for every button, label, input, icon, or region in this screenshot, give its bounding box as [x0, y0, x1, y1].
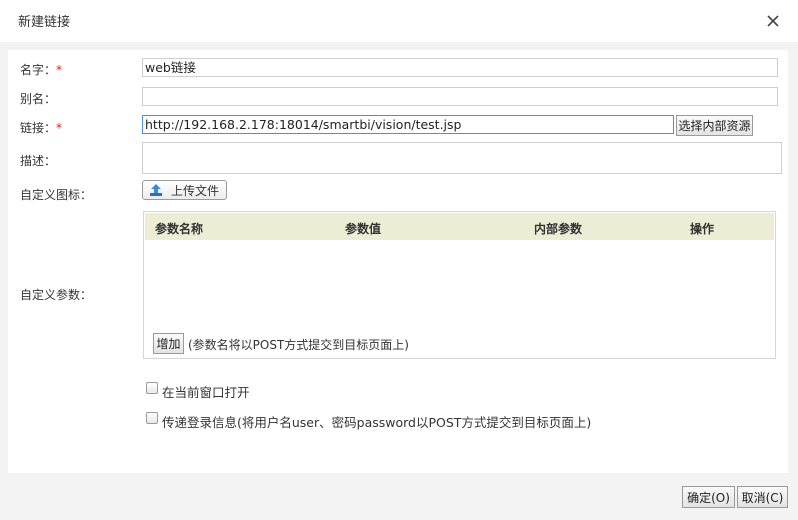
custom-params-label: 自定义参数： [20, 288, 93, 302]
add-param-button[interactable]: 增加 [153, 333, 184, 354]
dialog-title: 新建链接 [18, 15, 71, 30]
required-mark: * [56, 63, 63, 77]
params-hint: (参数名将以POST方式提交到目标页面上) [188, 338, 409, 352]
required-mark: * [56, 121, 63, 135]
name-input[interactable]: web链接 [142, 58, 778, 77]
open-current-window-checkbox[interactable] [146, 382, 158, 394]
upload-icon [150, 184, 162, 196]
close-button[interactable] [760, 8, 786, 34]
column-header-internal-param: 内部参数 [534, 222, 583, 236]
pass-login-info-checkbox[interactable] [146, 412, 158, 424]
alias-label: 别名： [20, 92, 57, 106]
column-header-operation: 操作 [690, 222, 715, 236]
pass-login-info-label: 传递登录信息(将用户名user、密码password以POST方式提交到目标页面… [162, 415, 592, 430]
ok-button[interactable]: 确定(O) [682, 486, 735, 508]
link-label: 链接：* [20, 121, 63, 135]
choose-internal-resource-button[interactable]: 选择内部资源 [676, 115, 753, 136]
cancel-button[interactable]: 取消(C) [737, 486, 788, 508]
params-table-header: 参数名称 参数值 内部参数 操作 [145, 213, 774, 240]
column-header-param-name: 参数名称 [155, 222, 204, 236]
column-header-param-value: 参数值 [345, 222, 382, 236]
alias-input[interactable] [142, 87, 778, 106]
custom-icon-label: 自定义图标： [20, 188, 93, 202]
description-textarea[interactable] [142, 142, 782, 174]
upload-file-button[interactable]: 上传文件 [142, 180, 227, 200]
description-label: 描述： [20, 154, 57, 168]
upload-file-label: 上传文件 [171, 183, 220, 198]
open-current-window-label: 在当前窗口打开 [162, 385, 250, 400]
name-label: 名字：* [20, 63, 63, 77]
link-input[interactable]: http://192.168.2.178:18014/smartbi/visio… [142, 115, 674, 134]
dialog-titlebar: 新建链接 [0, 0, 798, 42]
close-icon [767, 15, 779, 27]
